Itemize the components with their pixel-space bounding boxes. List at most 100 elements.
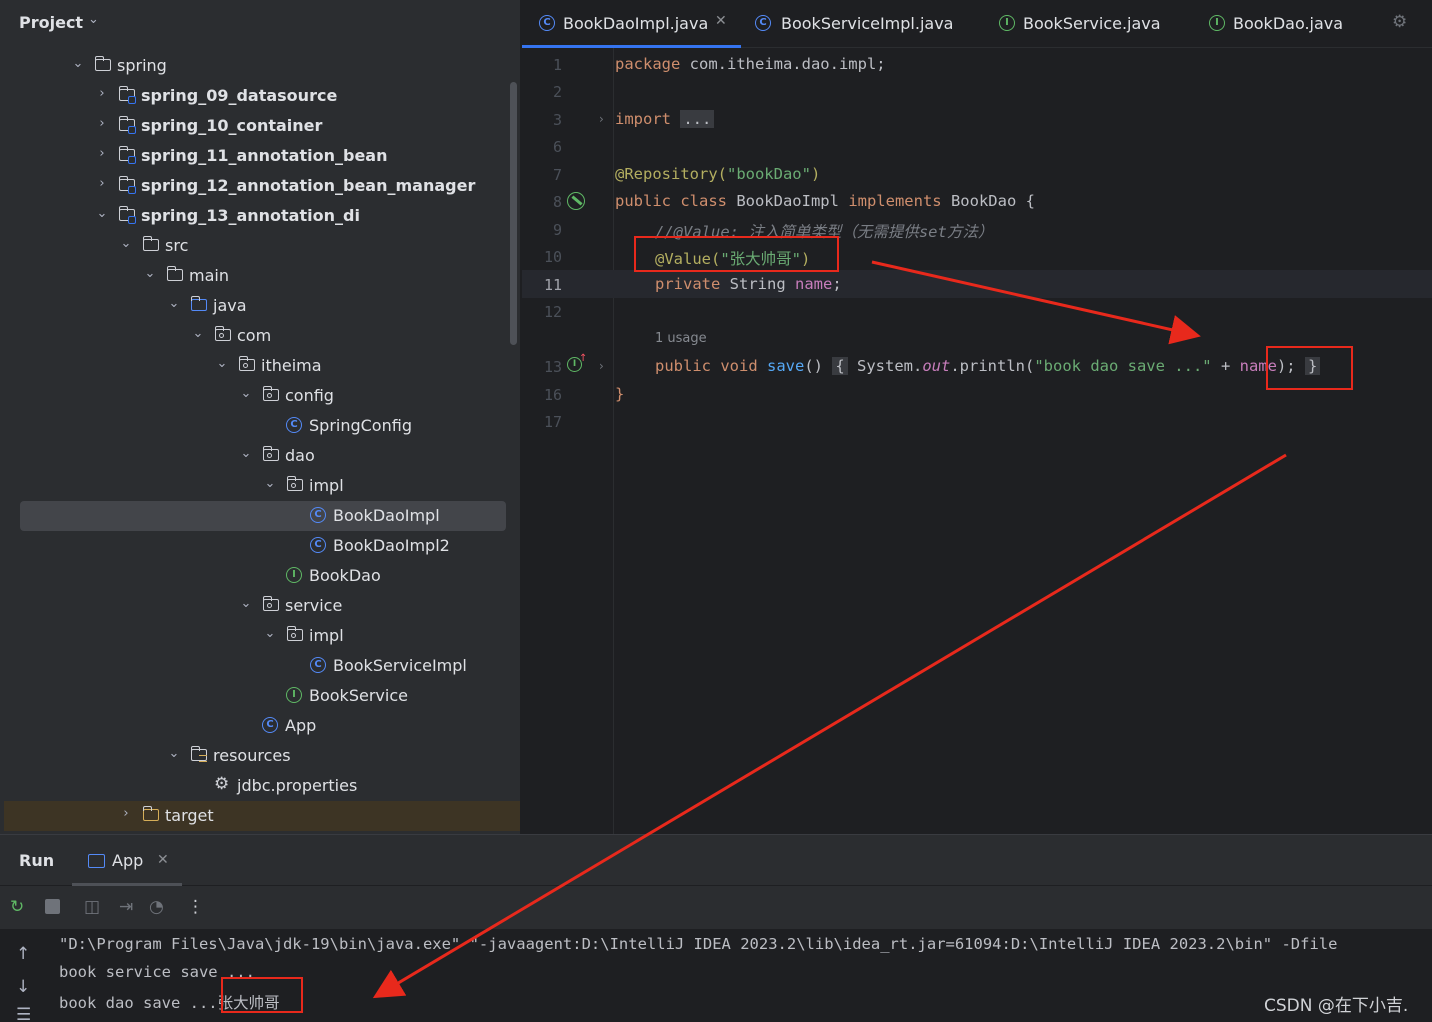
line-number: 2 — [552, 83, 562, 101]
tree-item[interactable]: ⌄ impl — [0, 471, 508, 501]
chevron-right-icon[interactable]: › — [119, 806, 133, 821]
chevron-down-icon[interactable]: ⌄ — [95, 206, 109, 221]
tree-item-label: src — [165, 236, 189, 255]
more-options-icon[interactable]: ⋮ — [187, 897, 204, 917]
interface-i-icon: I — [286, 566, 304, 584]
tree-item[interactable]: › spring_10_container — [0, 111, 508, 141]
code-line-1: package com.itheima.dao.impl; — [615, 55, 886, 73]
gear-icon[interactable]: ⚙ — [1392, 12, 1407, 32]
tree-item-label: com — [237, 326, 272, 345]
tab-bookdaoimpl[interactable]: C BookDaoImpl.java ✕ — [522, 0, 741, 48]
module-folder-icon — [118, 116, 136, 134]
chevron-down-icon[interactable]: ⌄ — [88, 12, 99, 27]
chevron-down-icon[interactable]: ⌄ — [239, 446, 253, 461]
tab-bookdao[interactable]: I BookDao.java — [1191, 0, 1381, 48]
arrow-up-icon[interactable]: ↑ — [16, 944, 30, 964]
tree-item[interactable]: ⌄ itheima — [0, 351, 508, 381]
line-number: 11 — [543, 276, 562, 294]
folded-imports[interactable]: ... — [680, 110, 715, 128]
project-tree-scrollbar[interactable] — [510, 82, 517, 345]
watermark: CSDN @在下小吉. — [1264, 996, 1409, 1016]
run-toolbar — [0, 886, 1432, 930]
chevron-down-icon[interactable]: ⌄ — [167, 296, 181, 311]
usage-hint[interactable]: 1 usage — [655, 331, 707, 346]
tree-item[interactable]: I BookDao — [0, 561, 508, 591]
profiler-gauge-icon[interactable]: ◔ — [149, 897, 164, 917]
tree-item[interactable]: ⚙ jdbc.properties — [0, 771, 508, 801]
tree-item[interactable]: C BookDaoImpl — [20, 501, 506, 531]
run-panel-header — [0, 835, 1432, 885]
line-number: 1 — [552, 56, 562, 74]
tree-item[interactable]: ⌄ spring_13_annotation_di — [0, 201, 508, 231]
tree-item[interactable]: C SpringConfig — [0, 411, 508, 441]
chevron-down-icon[interactable]: ⌄ — [239, 596, 253, 611]
tree-item[interactable]: ⌄ src — [0, 231, 508, 261]
chevron-down-icon[interactable]: ⌄ — [143, 266, 157, 281]
tree-item[interactable]: C BookServiceImpl — [0, 651, 508, 681]
chevron-down-icon[interactable]: ⌄ — [119, 236, 133, 251]
tree-item[interactable]: ⌄ config — [0, 381, 508, 411]
stop-icon[interactable] — [45, 899, 60, 914]
tree-item[interactable]: ⌄ resources — [0, 741, 508, 771]
tree-item[interactable]: ⌄ com — [0, 321, 508, 351]
camera-icon[interactable]: ◫ — [84, 897, 100, 917]
tree-item[interactable]: ⌄ dao — [0, 441, 508, 471]
class-c-icon: C — [755, 15, 771, 31]
tree-item[interactable]: ⌄ service — [0, 591, 508, 621]
chevron-down-icon[interactable]: ⌄ — [263, 626, 277, 641]
tree-item[interactable]: › spring_12_annotation_bean_manager — [0, 171, 508, 201]
tree-item[interactable]: I BookService — [0, 681, 508, 711]
tree-item-label: dao — [285, 446, 315, 465]
tab-bookservice[interactable]: I BookService.java — [981, 0, 1191, 48]
fold-arrow-icon[interactable]: › — [599, 359, 604, 373]
rerun-icon[interactable]: ↻ — [10, 897, 24, 917]
tree-item[interactable]: › target — [4, 801, 520, 831]
tree-item[interactable]: ⌄ main — [0, 261, 508, 291]
chevron-down-icon[interactable]: ⌄ — [71, 56, 85, 71]
run-tab-app[interactable]: App — [112, 851, 143, 870]
tree-item[interactable]: C BookDaoImpl2 — [0, 531, 508, 561]
chevron-right-icon[interactable]: › — [95, 176, 109, 191]
exit-icon[interactable]: ⇥ — [119, 897, 133, 917]
tree-item-label: BookServiceImpl — [333, 656, 467, 675]
tree-item-label: BookDaoImpl2 — [333, 536, 450, 555]
spring-bean-icon[interactable] — [567, 192, 585, 210]
line-number: 12 — [543, 303, 562, 321]
annotation-highlight-box — [634, 236, 839, 272]
tree-item-label: spring — [117, 56, 167, 75]
output-highlight-box — [221, 977, 303, 1013]
folder-icon — [190, 746, 208, 764]
tree-item-label: SpringConfig — [309, 416, 412, 435]
chevron-down-icon[interactable]: ⌄ — [263, 476, 277, 491]
package-icon — [214, 326, 232, 344]
chevron-down-icon[interactable]: ⌄ — [191, 326, 205, 341]
tree-item-label: main — [189, 266, 229, 285]
tree-item-label: impl — [309, 476, 344, 495]
folder-icon — [142, 236, 160, 254]
fold-arrow-icon[interactable]: › — [599, 112, 604, 126]
tab-label: BookServiceImpl.java — [781, 14, 954, 33]
soft-wrap-icon[interactable]: ☰ — [16, 1005, 31, 1022]
chevron-down-icon[interactable]: ⌄ — [239, 386, 253, 401]
tree-item[interactable]: C App — [0, 711, 508, 741]
tree-item[interactable]: ⌄ java — [0, 291, 508, 321]
arrow-down-icon[interactable]: ↓ — [16, 977, 30, 997]
chevron-right-icon[interactable]: › — [95, 86, 109, 101]
chevron-right-icon[interactable]: › — [95, 146, 109, 161]
chevron-down-icon[interactable]: ⌄ — [215, 356, 229, 371]
tree-item-label: BookDao — [309, 566, 381, 585]
tree-item[interactable]: ⌄ spring — [0, 51, 508, 81]
tree-item[interactable]: ⌄ impl — [0, 621, 508, 651]
chevron-right-icon[interactable]: › — [95, 116, 109, 131]
close-icon[interactable]: ✕ — [157, 852, 169, 868]
tree-item[interactable]: › spring_09_datasource — [0, 81, 508, 111]
close-icon[interactable]: ✕ — [715, 13, 727, 29]
tree-item[interactable]: › spring_11_annotation_bean — [0, 141, 508, 171]
module-folder-icon — [118, 86, 136, 104]
project-panel-title[interactable]: Project — [19, 13, 83, 32]
module-folder-icon — [118, 206, 136, 224]
tab-bookserviceimpl[interactable]: C BookServiceImpl.java — [741, 0, 981, 48]
chevron-down-icon[interactable]: ⌄ — [167, 746, 181, 761]
class-c-icon: C — [286, 416, 304, 434]
tree-item-label: spring_09_datasource — [141, 86, 338, 105]
